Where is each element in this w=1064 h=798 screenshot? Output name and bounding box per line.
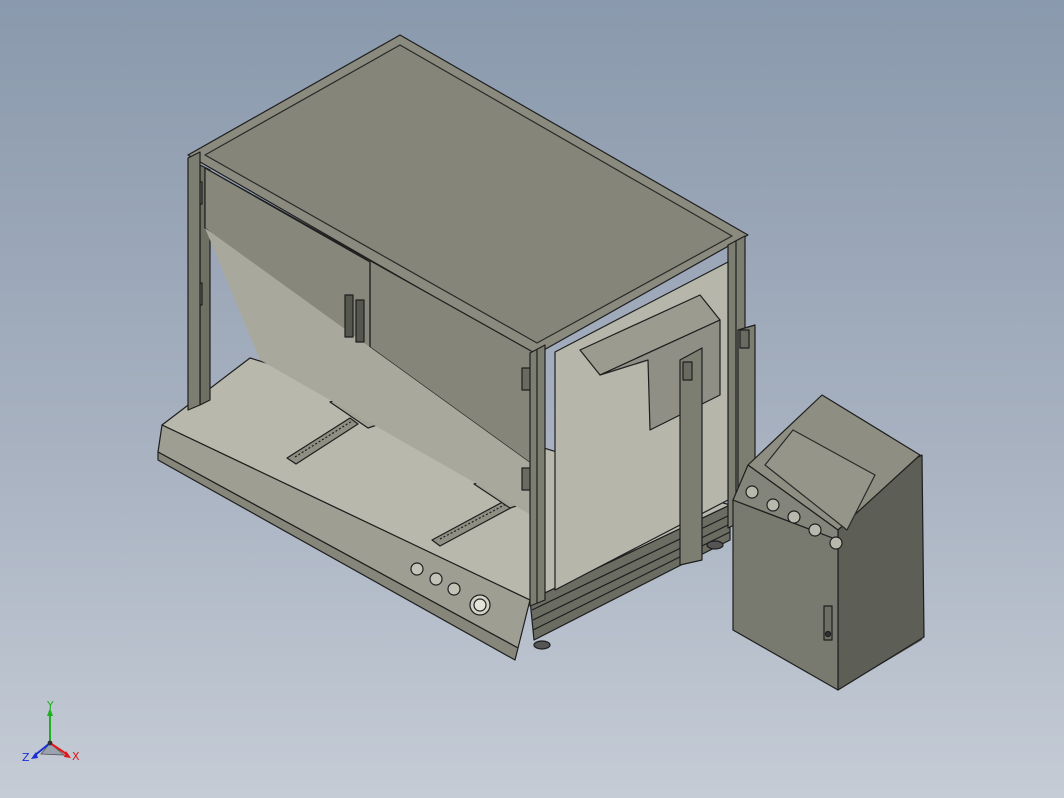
isometric-model-view[interactable]	[0, 0, 1064, 798]
triad-x-label: X	[72, 750, 80, 763]
control-cabinet[interactable]	[732, 394, 925, 691]
axis-triad-graphic: Y X Z	[22, 699, 80, 764]
triad-y-label: Y	[46, 700, 54, 712]
cabinet-lock[interactable]	[823, 605, 833, 641]
axis-triad: Y X Z	[14, 699, 94, 780]
cad-viewport[interactable]: Y X Z	[0, 0, 1064, 798]
triad-z-label: Z	[22, 751, 30, 764]
